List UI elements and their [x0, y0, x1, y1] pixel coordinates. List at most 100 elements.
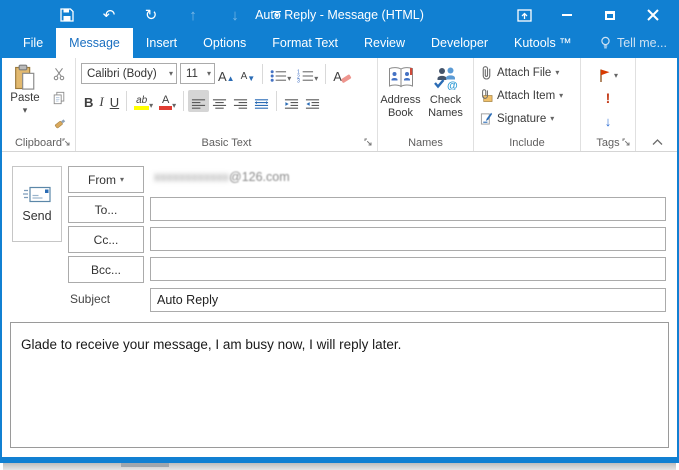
address-book-button[interactable]: Address Book: [378, 61, 423, 133]
bullets-icon: [270, 69, 287, 83]
from-address-domain: @126.com: [229, 170, 290, 184]
previous-item-icon[interactable]: ↑: [184, 6, 202, 24]
align-left-button[interactable]: [188, 90, 209, 112]
clipboard-dialog-launcher-icon[interactable]: [62, 138, 72, 148]
align-right-button[interactable]: [230, 90, 251, 112]
send-label: Send: [22, 209, 51, 223]
close-icon[interactable]: [645, 7, 661, 23]
bullets-button[interactable]: ▾: [267, 63, 294, 85]
include-group: Attach File ▾ Attach Item ▾ Signature ▾: [474, 58, 581, 151]
tab-insert[interactable]: Insert: [133, 28, 190, 58]
decrease-indent-button[interactable]: [281, 90, 302, 112]
tags-dialog-launcher-icon[interactable]: [622, 138, 632, 148]
follow-up-button[interactable]: ▾: [598, 65, 618, 85]
subject-label: Subject: [70, 292, 110, 306]
attach-item-button[interactable]: Attach Item ▾: [480, 84, 580, 107]
check-names-icon: @: [431, 66, 461, 90]
tell-me-box[interactable]: Tell me...: [599, 28, 667, 58]
font-name-combo[interactable]: Calibri (Body) ▾: [81, 63, 177, 84]
check-names-label: Check Names: [428, 94, 463, 120]
cut-icon[interactable]: [48, 64, 70, 83]
align-center-button[interactable]: [209, 90, 230, 112]
window-shadow: [3, 463, 676, 470]
send-button[interactable]: Send: [12, 166, 62, 242]
separator: [325, 64, 326, 84]
separator: [262, 64, 263, 84]
tab-review[interactable]: Review: [351, 28, 418, 58]
attach-file-label: Attach File: [497, 67, 551, 79]
bold-icon: B: [84, 95, 93, 110]
bcc-label: Bcc...: [91, 263, 121, 277]
svg-text:@: @: [447, 80, 458, 90]
pin-ribbon-icon[interactable]: [516, 7, 532, 23]
cc-button[interactable]: Cc...: [68, 226, 144, 253]
check-names-button[interactable]: @ Check Names: [423, 61, 468, 133]
numbering-button[interactable]: 123 ▾: [294, 63, 321, 85]
include-group-label: Include: [474, 137, 580, 149]
window-controls: [516, 7, 661, 23]
tab-file[interactable]: File: [10, 28, 56, 58]
paste-button[interactable]: Paste ▾: [6, 64, 44, 132]
signature-label: Signature: [497, 113, 546, 125]
to-input[interactable]: [150, 197, 666, 221]
customize-quick-access-icon[interactable]: ▾: [268, 6, 286, 24]
numbering-icon: 123: [297, 69, 314, 83]
font-size-combo[interactable]: 11 ▾: [180, 63, 215, 84]
separator: [276, 91, 277, 111]
bullets-dropdown-icon: ▾: [287, 74, 291, 83]
lightbulb-icon: [599, 36, 612, 50]
subject-input[interactable]: [150, 288, 666, 312]
redo-icon[interactable]: ↻: [142, 6, 160, 24]
message-body[interactable]: Glade to receive your message, I am busy…: [10, 322, 669, 448]
attach-file-dropdown-icon: ▾: [555, 68, 559, 77]
underline-button[interactable]: U: [107, 90, 122, 112]
background-scrollbar-fragment: [121, 463, 169, 467]
text-highlight-button[interactable]: ab ▾: [131, 90, 156, 112]
next-item-icon[interactable]: ↓: [226, 6, 244, 24]
minimize-icon[interactable]: [559, 7, 575, 23]
bold-button[interactable]: B: [81, 90, 96, 112]
signature-button[interactable]: Signature ▾: [480, 107, 580, 130]
high-importance-icon: !: [606, 90, 611, 106]
collapse-ribbon-icon[interactable]: [652, 139, 663, 146]
attach-file-button[interactable]: Attach File ▾: [480, 61, 580, 84]
tab-developer[interactable]: Developer: [418, 28, 501, 58]
tab-options[interactable]: Options: [190, 28, 259, 58]
address-book-label: Address Book: [380, 94, 420, 120]
cc-input[interactable]: [150, 227, 666, 251]
low-importance-button[interactable]: ↓: [605, 111, 612, 131]
tab-format-text[interactable]: Format Text: [259, 28, 351, 58]
format-painter-icon[interactable]: [48, 112, 70, 131]
numbering-dropdown-icon: ▾: [314, 74, 318, 83]
basic-text-row-1: Calibri (Body) ▾ 11 ▾ A▲ A▼: [76, 61, 377, 86]
font-size-value: 11: [186, 68, 198, 80]
increase-indent-button[interactable]: [302, 90, 323, 112]
copy-icon[interactable]: [48, 88, 70, 107]
grow-font-button[interactable]: A▲: [215, 63, 238, 85]
shrink-font-button[interactable]: A▼: [238, 63, 259, 85]
bcc-button[interactable]: Bcc...: [68, 256, 144, 283]
italic-icon: I: [99, 94, 103, 110]
undo-icon[interactable]: ↶: [100, 6, 118, 24]
maximize-icon[interactable]: [602, 7, 618, 23]
save-icon[interactable]: [58, 6, 76, 24]
attach-item-label: Attach Item: [497, 90, 555, 102]
outlook-message-window: ↶ ↻ ↑ ↓ ▾ Auto Reply - Message (HTML): [0, 0, 679, 470]
high-importance-button[interactable]: !: [606, 88, 611, 108]
clipboard-small-buttons: [48, 64, 70, 131]
clear-formatting-button[interactable]: A: [330, 63, 355, 85]
shrink-font-icon: A: [241, 70, 248, 83]
to-button[interactable]: To...: [68, 196, 144, 223]
font-color-button[interactable]: A ▾: [156, 90, 179, 112]
tab-message[interactable]: Message: [56, 28, 133, 58]
follow-up-dropdown-icon: ▾: [614, 71, 618, 80]
italic-button[interactable]: I: [96, 90, 106, 112]
basic-text-row-2: B I U ab ▾ A ▾: [76, 88, 377, 113]
basic-text-dialog-launcher-icon[interactable]: [364, 138, 374, 148]
justify-button[interactable]: [251, 90, 272, 112]
tab-kutools[interactable]: Kutools ™: [501, 28, 585, 58]
underline-icon: U: [110, 95, 119, 110]
from-button[interactable]: From ▾: [68, 166, 144, 193]
align-center-icon: [212, 98, 227, 110]
bcc-input[interactable]: [150, 257, 666, 281]
